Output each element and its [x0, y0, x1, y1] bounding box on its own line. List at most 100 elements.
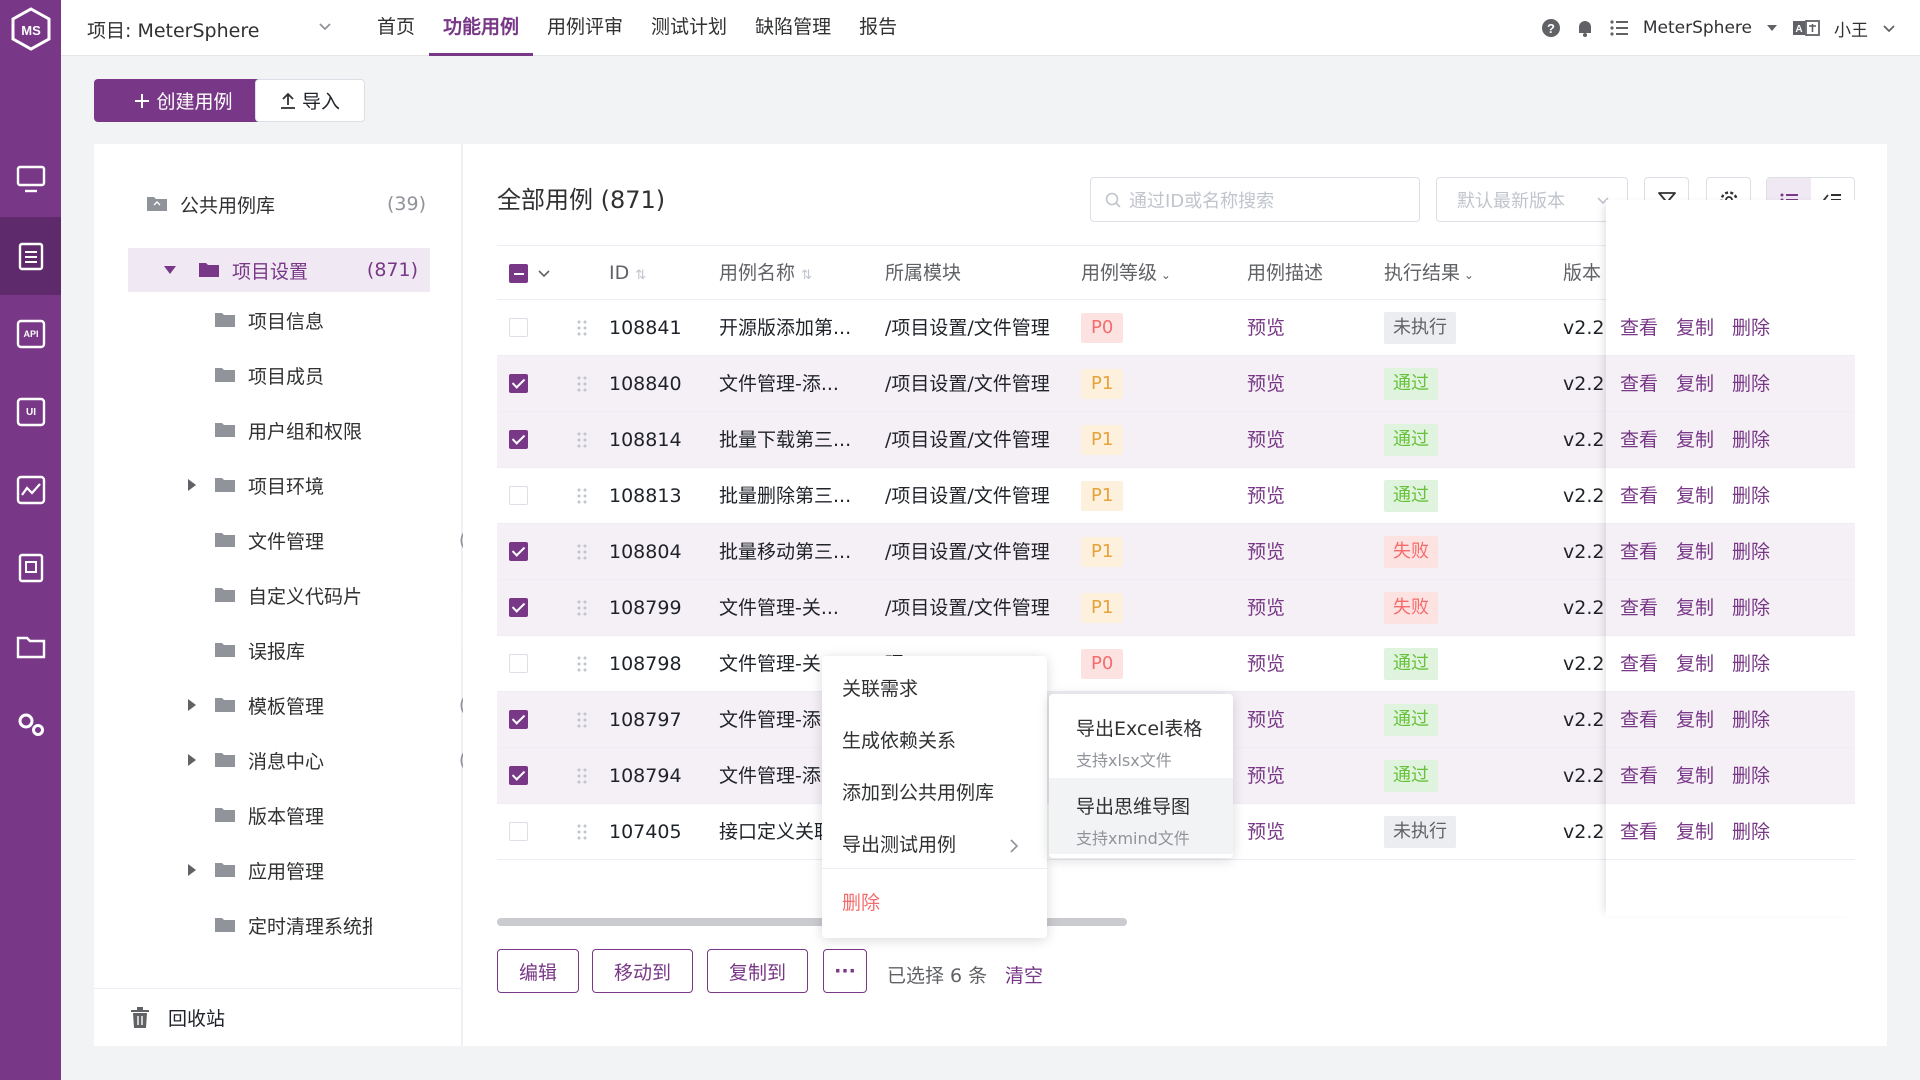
- chevron-down-icon[interactable]: [1882, 21, 1896, 35]
- delete-link[interactable]: 删除: [1732, 709, 1770, 731]
- batch-copy-button[interactable]: 复制到: [707, 949, 808, 993]
- user-menu[interactable]: 小王: [1834, 16, 1868, 41]
- caret-right-icon[interactable]: [188, 479, 196, 491]
- settings-nav-icon[interactable]: [0, 685, 61, 763]
- task-list-icon[interactable]: [1609, 18, 1629, 38]
- metersphere-logo[interactable]: MS: [8, 6, 54, 52]
- delete-link[interactable]: 删除: [1732, 373, 1770, 395]
- drag-handle-icon[interactable]: [577, 600, 587, 616]
- import-button[interactable]: 导入: [255, 79, 365, 122]
- project-management-nav-icon[interactable]: [0, 607, 61, 685]
- nav-test-plan[interactable]: 测试计划: [637, 0, 741, 56]
- case-name[interactable]: 开源版添加第...: [719, 300, 861, 356]
- drag-handle-icon[interactable]: [577, 320, 587, 336]
- view-link[interactable]: 查看: [1620, 821, 1658, 843]
- view-link[interactable]: 查看: [1620, 373, 1658, 395]
- tree-item-project-settings[interactable]: 项目设置 (871): [128, 248, 430, 292]
- view-link[interactable]: 查看: [1620, 317, 1658, 339]
- api-test-nav-icon[interactable]: API: [0, 295, 61, 373]
- copy-link[interactable]: 复制: [1676, 373, 1714, 395]
- caret-expanded-icon[interactable]: [164, 266, 176, 274]
- preview-link[interactable]: 预览: [1247, 300, 1285, 356]
- performance-test-nav-icon[interactable]: [0, 451, 61, 529]
- drag-handle-icon[interactable]: [577, 712, 587, 728]
- create-case-button[interactable]: 创建用例: [94, 79, 273, 122]
- report-nav-icon[interactable]: [0, 529, 61, 607]
- copy-link[interactable]: 复制: [1676, 485, 1714, 507]
- view-link[interactable]: 查看: [1620, 485, 1658, 507]
- drag-handle-icon[interactable]: [577, 544, 587, 560]
- drag-handle-icon[interactable]: [577, 824, 587, 840]
- nav-case-review[interactable]: 用例评审: [533, 0, 637, 56]
- drag-handle-icon[interactable]: [577, 488, 587, 504]
- preview-link[interactable]: 预览: [1247, 468, 1285, 524]
- view-link[interactable]: 查看: [1620, 597, 1658, 619]
- delete-link[interactable]: 删除: [1732, 597, 1770, 619]
- case-name[interactable]: 文件管理-添...: [719, 356, 861, 412]
- view-link[interactable]: 查看: [1620, 653, 1658, 675]
- tree-public-library[interactable]: 公共用例库 (39): [146, 182, 426, 226]
- batch-more-button[interactable]: ···: [823, 949, 867, 993]
- delete-link[interactable]: 删除: [1732, 485, 1770, 507]
- recycle-bin[interactable]: 回收站: [94, 988, 462, 1046]
- project-selector[interactable]: 项目: MeterSphere: [87, 16, 259, 43]
- nav-defect[interactable]: 缺陷管理: [741, 0, 845, 56]
- menu-add-to-public[interactable]: 添加到公共用例库: [822, 768, 1047, 818]
- bell-icon[interactable]: [1575, 18, 1595, 38]
- copy-link[interactable]: 复制: [1676, 653, 1714, 675]
- row-checkbox[interactable]: [509, 766, 528, 785]
- view-link[interactable]: 查看: [1620, 429, 1658, 451]
- preview-link[interactable]: 预览: [1247, 636, 1285, 692]
- delete-link[interactable]: 删除: [1732, 541, 1770, 563]
- column-name[interactable]: 用例名称 ⇅: [719, 246, 812, 301]
- search-input[interactable]: 通过ID或名称搜索: [1090, 177, 1420, 222]
- caret-down-icon[interactable]: [1766, 22, 1778, 34]
- delete-link[interactable]: 删除: [1732, 429, 1770, 451]
- case-name[interactable]: 批量移动第三...: [719, 524, 861, 580]
- export-excel-option[interactable]: 导出Excel表格 支持xlsx文件: [1049, 700, 1233, 776]
- batch-edit-button[interactable]: 编辑: [497, 949, 579, 993]
- nav-test-case[interactable]: 功能用例: [429, 0, 534, 56]
- menu-delete[interactable]: 删除: [822, 878, 1047, 928]
- case-name[interactable]: 批量删除第三...: [719, 468, 861, 524]
- version-select[interactable]: 默认最新版本: [1436, 177, 1628, 222]
- delete-link[interactable]: 删除: [1732, 653, 1770, 675]
- row-checkbox[interactable]: [509, 654, 528, 673]
- preview-link[interactable]: 预览: [1247, 580, 1285, 636]
- preview-link[interactable]: 预览: [1247, 748, 1285, 804]
- copy-link[interactable]: 复制: [1676, 541, 1714, 563]
- menu-export-cases[interactable]: 导出测试用例: [822, 820, 1047, 870]
- caret-right-icon[interactable]: [188, 754, 196, 766]
- column-level[interactable]: 用例等级 ⌄: [1081, 246, 1171, 301]
- caret-right-icon[interactable]: [188, 699, 196, 711]
- caret-right-icon[interactable]: [188, 864, 196, 876]
- preview-link[interactable]: 预览: [1247, 524, 1285, 580]
- nav-report[interactable]: 报告: [845, 0, 911, 56]
- preview-link[interactable]: 预览: [1247, 692, 1285, 748]
- menu-link-requirement[interactable]: 关联需求: [822, 664, 1047, 714]
- nav-home[interactable]: 首页: [363, 0, 429, 56]
- drag-handle-icon[interactable]: [577, 656, 587, 672]
- export-xmind-option[interactable]: 导出思维导图 支持xmind文件: [1049, 778, 1233, 854]
- chevron-down-icon[interactable]: [317, 18, 333, 34]
- sort-icon[interactable]: ⇅: [635, 268, 646, 283]
- copy-link[interactable]: 复制: [1676, 317, 1714, 339]
- row-checkbox[interactable]: [509, 486, 528, 505]
- row-checkbox[interactable]: [509, 710, 528, 729]
- preview-link[interactable]: 预览: [1247, 412, 1285, 468]
- copy-link[interactable]: 复制: [1676, 821, 1714, 843]
- view-link[interactable]: 查看: [1620, 765, 1658, 787]
- copy-link[interactable]: 复制: [1676, 597, 1714, 619]
- sort-icon[interactable]: ⇅: [801, 268, 812, 283]
- ui-test-nav-icon[interactable]: UI: [0, 373, 61, 451]
- row-checkbox[interactable]: [509, 430, 528, 449]
- dashboard-nav-icon[interactable]: [0, 140, 61, 218]
- select-all-checkbox[interactable]: [509, 264, 528, 283]
- preview-link[interactable]: 预览: [1247, 356, 1285, 412]
- case-name[interactable]: 文件管理-关...: [719, 580, 861, 636]
- language-switch-icon[interactable]: A: [1792, 18, 1820, 38]
- workspace-selector[interactable]: MeterSphere: [1643, 18, 1752, 38]
- column-id[interactable]: ID ⇅: [609, 246, 646, 301]
- row-checkbox[interactable]: [509, 598, 528, 617]
- row-checkbox[interactable]: [509, 374, 528, 393]
